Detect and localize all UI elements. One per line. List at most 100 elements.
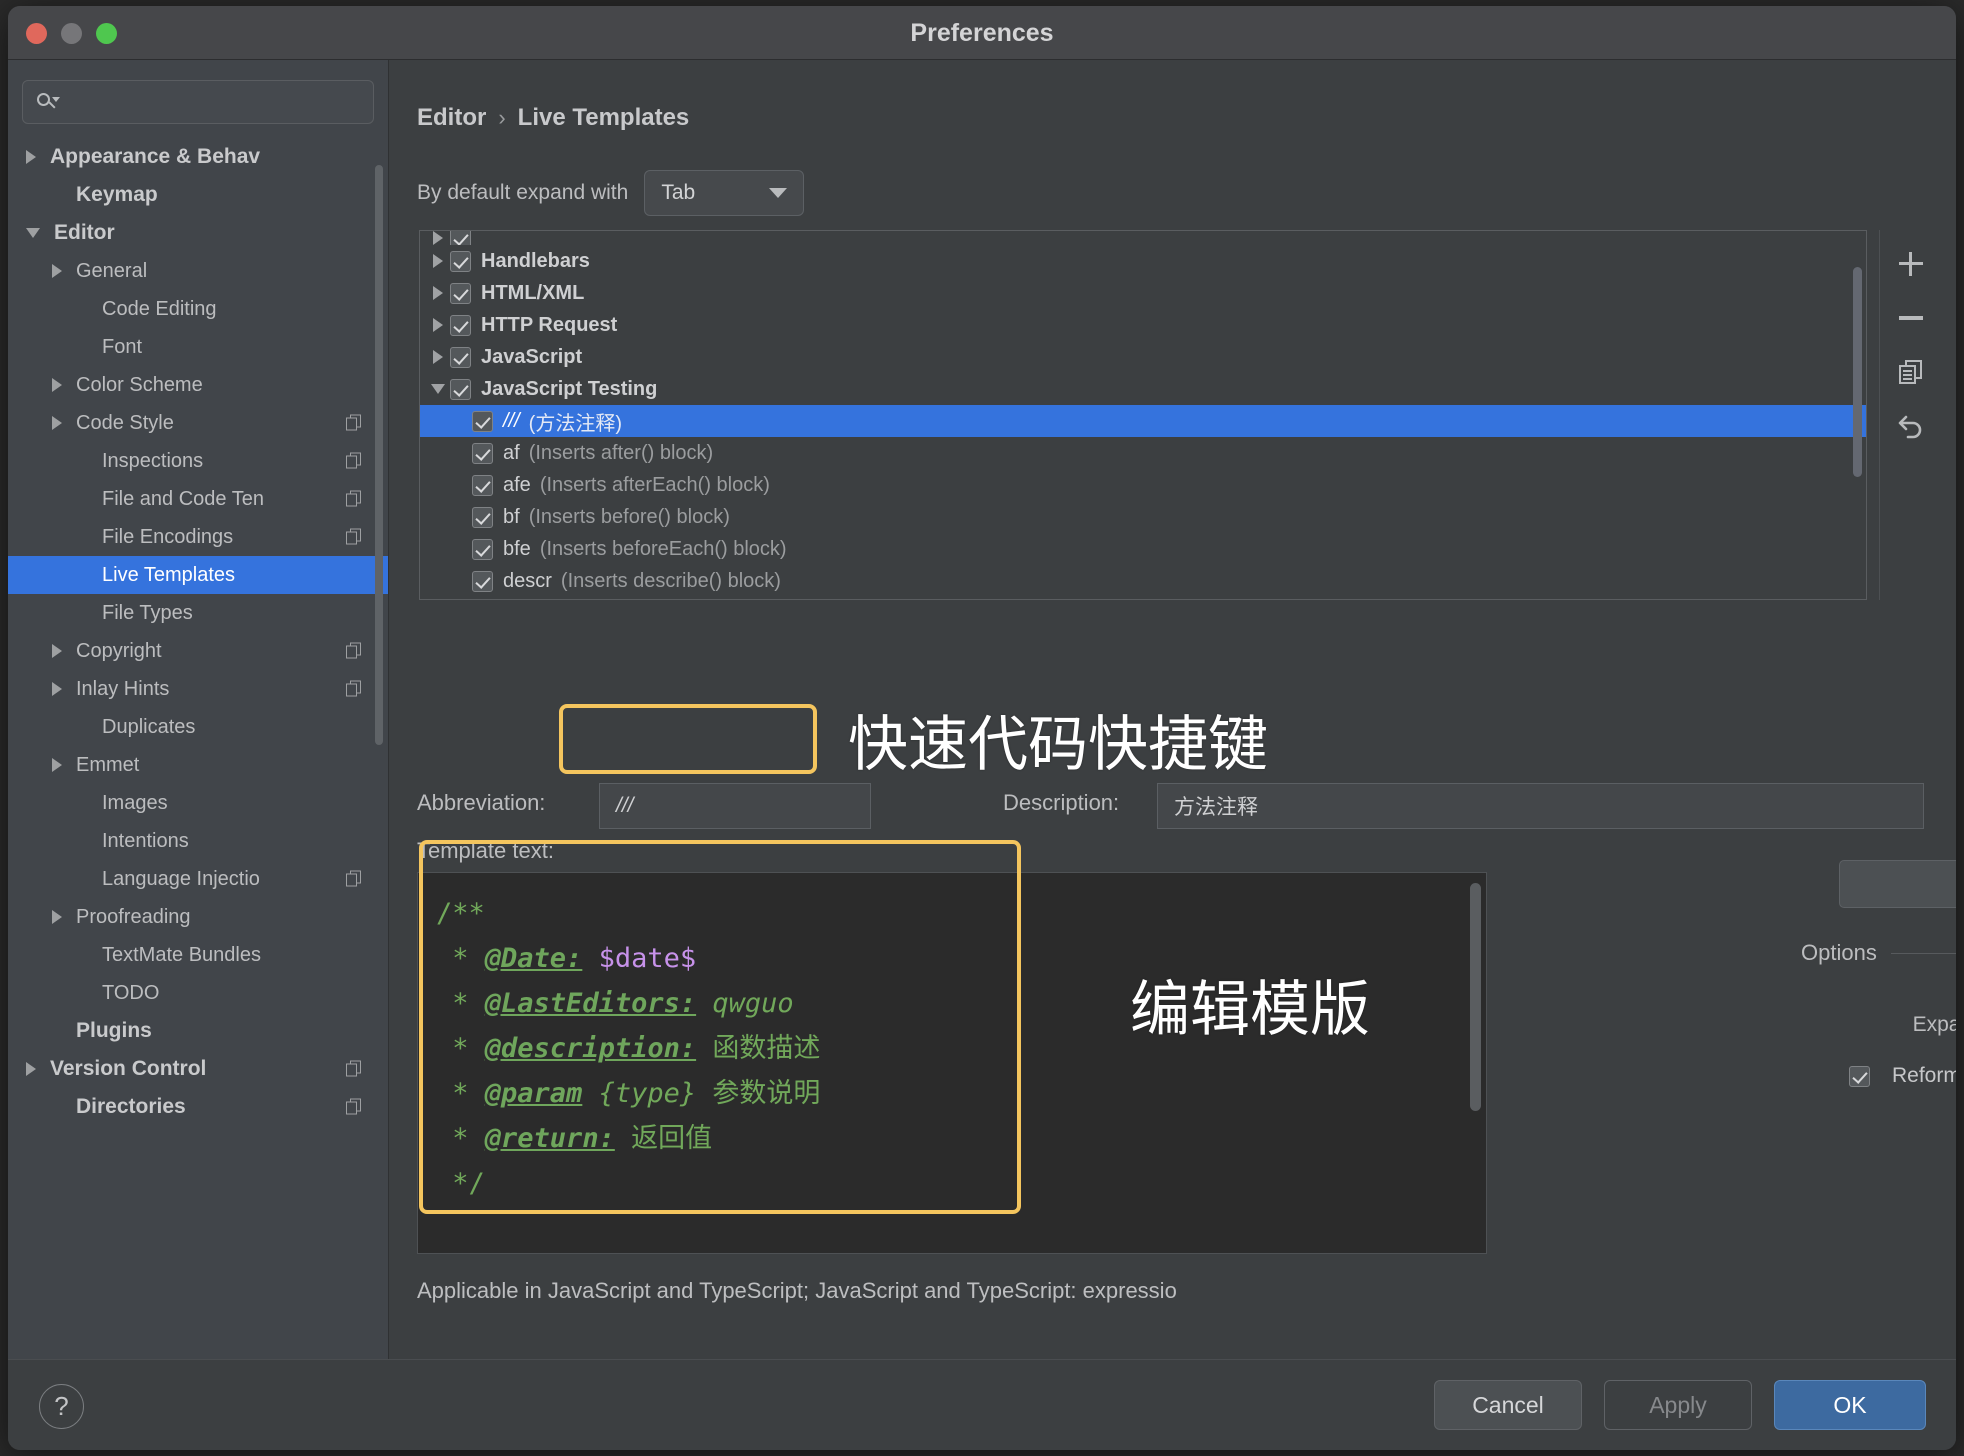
sidebar-item-directories[interactable]: Directories [8,1088,388,1126]
sidebar-scrollbar[interactable] [375,165,383,745]
template-text-editor[interactable]: /** * @Date: $date$ * @LastEditors: qwgu… [417,872,1487,1254]
chevron-right-icon[interactable] [426,350,450,364]
template-enabled-checkbox[interactable] [450,346,471,368]
chevron-down-icon[interactable] [26,228,40,238]
chevron-right-icon[interactable] [52,758,62,772]
apply-button[interactable]: Apply [1604,1380,1752,1430]
default-expand-select[interactable]: Tab [644,170,805,216]
edit-variables-button[interactable]: Edit variables [1839,860,1956,908]
breadcrumb-root[interactable]: Editor [417,104,486,132]
description-input[interactable]: 方法注释 [1157,783,1924,829]
template-enabled-checkbox[interactable] [472,442,493,464]
sidebar-item-code-style[interactable]: Code Style [8,404,388,442]
template-enabled-checkbox[interactable] [450,282,471,304]
sidebar-item-language-injectio[interactable]: Language Injectio [8,860,388,898]
template-enabled-checkbox[interactable] [472,570,493,592]
description-label: Description: [1003,790,1120,815]
sidebar-item-version-control[interactable]: Version Control [8,1050,388,1088]
chevron-right-icon[interactable] [52,910,62,924]
template-row[interactable]: /// (方法注释) [420,405,1866,437]
templates-list-scrollbar[interactable] [1853,267,1862,477]
help-button[interactable]: ? [39,1384,84,1429]
sidebar-item-inspections[interactable]: Inspections [8,442,388,480]
add-template-button[interactable] [1889,242,1933,286]
default-expand-value: Tab [661,181,696,204]
remove-template-button[interactable] [1889,296,1933,340]
chevron-right-icon[interactable] [52,644,62,658]
sidebar-item-intentions[interactable]: Intentions [8,822,388,860]
title-bar: Preferences [8,6,1956,60]
template-name: bf [503,505,520,528]
search-input[interactable] [65,92,363,112]
preferences-window: Preferences Appearance & Behav Keymap Edit… [8,6,1956,1450]
chevron-right-icon[interactable] [426,254,450,268]
duplicate-template-button[interactable] [1889,350,1933,394]
template-row[interactable]: descr (Inserts describe() block) [420,565,1866,597]
applicable-context-text: Applicable in JavaScript and TypeScript;… [417,1278,1177,1303]
chevron-right-icon[interactable] [52,378,62,392]
template-row[interactable]: afe (Inserts afterEach() block) [420,469,1866,501]
sidebar-item-plugins[interactable]: Plugins [8,1012,388,1050]
sidebar-item-file-encodings[interactable]: File Encodings [8,518,388,556]
chevron-right-icon[interactable] [52,264,62,278]
ok-button[interactable]: OK [1774,1380,1926,1430]
template-row[interactable]: bfe (Inserts beforeEach() block) [420,533,1866,565]
template-row[interactable]: HTML/XML [420,277,1866,309]
sidebar-item-font[interactable]: Font [8,328,388,366]
sidebar-item-file-and-code-ten[interactable]: File and Code Ten [8,480,388,518]
sidebar-item-todo[interactable]: TODO [8,974,388,1012]
expand-with-row: Expand with Tab [1801,1002,1956,1048]
template-enabled-checkbox[interactable] [450,250,471,272]
sidebar-item-inlay-hints[interactable]: Inlay Hints [8,670,388,708]
chevron-down-icon[interactable] [426,384,450,394]
template-name: afe [503,473,531,496]
sidebar-item-duplicates[interactable]: Duplicates [8,708,388,746]
search-box[interactable] [22,80,374,124]
template-row[interactable]: bf (Inserts before() block) [420,501,1866,533]
chevron-right-icon[interactable] [426,286,450,300]
sidebar-item-live-templates[interactable]: Live Templates [8,556,388,594]
settings-sidebar: Appearance & Behav Keymap Editor General Cod… [8,60,389,1359]
template-row[interactable]: af (Inserts after() block) [420,437,1866,469]
template-enabled-checkbox[interactable] [472,474,493,496]
sidebar-item-appearance-behav[interactable]: Appearance & Behav [8,138,388,176]
sidebar-item-label: File Encodings [102,525,234,548]
sidebar-item-proofreading[interactable]: Proofreading [8,898,388,936]
template-enabled-checkbox[interactable] [450,314,471,336]
template-row[interactable]: JavaScript [420,341,1866,373]
sidebar-item-textmate-bundles[interactable]: TextMate Bundles [8,936,388,974]
template-row[interactable]: Handlebars [420,245,1866,277]
template-row[interactable]: JavaScript Testing [420,373,1866,405]
sidebar-item-color-scheme[interactable]: Color Scheme [8,366,388,404]
template-enabled-checkbox[interactable] [450,378,471,400]
sidebar-item-keymap[interactable]: Keymap [8,176,388,214]
chevron-right-icon[interactable] [52,682,62,696]
sidebar-item-general[interactable]: General [8,252,388,290]
cancel-button[interactable]: Cancel [1434,1380,1582,1430]
copy-icon [1898,360,1923,384]
chevron-right-icon[interactable] [426,318,450,332]
abbreviation-input[interactable]: /// [599,783,871,829]
chevron-right-icon[interactable] [26,1062,36,1076]
reformat-checkbox[interactable] [1849,1065,1870,1087]
editor-scrollbar[interactable] [1470,883,1481,1111]
sidebar-item-file-types[interactable]: File Types [8,594,388,632]
chevron-right-icon[interactable] [52,416,62,430]
sidebar-item-editor[interactable]: Editor [8,214,388,252]
sidebar-item-images[interactable]: Images [8,784,388,822]
templates-list[interactable]: Handlebars HTML/XML HTTP Request JavaScript… [419,230,1867,600]
chevron-right-icon[interactable] [26,150,36,164]
sidebar-item-label: Proofreading [76,905,191,928]
template-enabled-checkbox[interactable] [472,538,493,560]
sidebar-item-code-editing[interactable]: Code Editing [8,290,388,328]
abbreviation-row: Abbreviation: /// Description: 方法注释 [417,778,1924,830]
template-enabled-checkbox[interactable] [472,410,493,432]
template-text-line: */ [436,1168,485,1199]
revert-template-button[interactable] [1889,404,1933,448]
sidebar-item-copyright[interactable]: Copyright [8,632,388,670]
template-enabled-checkbox[interactable] [472,506,493,528]
template-row[interactable]: HTTP Request [420,309,1866,341]
sidebar-item-emmet[interactable]: Emmet [8,746,388,784]
reformat-row[interactable]: Reformat according to style [1801,1064,1956,1088]
default-expand-label: By default expand with [417,181,629,204]
